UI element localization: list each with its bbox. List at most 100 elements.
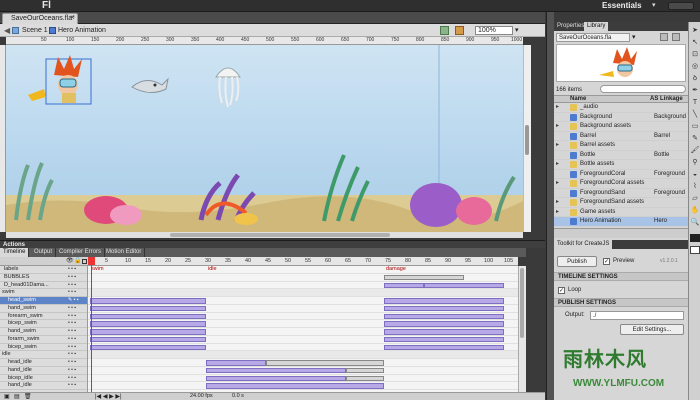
- line-tool-icon[interactable]: ╲: [690, 110, 700, 119]
- library-item[interactable]: Bottle Bottle: [554, 151, 688, 160]
- section-publish-settings[interactable]: PUBLISH SETTINGS: [554, 298, 688, 307]
- paint-bucket-tool-icon[interactable]: ◒: [690, 170, 700, 179]
- layer-folder[interactable]: idle • • ▪: [0, 351, 87, 359]
- pin-icon[interactable]: [660, 33, 668, 41]
- document-tab[interactable]: SaveOurOceans.fla*: [2, 13, 78, 24]
- library-item[interactable]: ▸ _audio: [554, 103, 688, 113]
- zoom-tool-icon[interactable]: 🔍: [690, 218, 700, 227]
- chevron-down-icon[interactable]: ▾: [515, 26, 519, 35]
- breadcrumb-symbol[interactable]: Hero Animation: [58, 24, 106, 37]
- column-linkage[interactable]: AS Linkage: [650, 96, 683, 103]
- layer-row[interactable]: bicep_idle • • ▪: [0, 375, 87, 383]
- layer-row[interactable]: bicep_swim • • ▪: [0, 344, 87, 352]
- library-item[interactable]: ForegroundSand Foreground: [554, 189, 688, 198]
- layer-row[interactable]: BUBBLES • • ▪: [0, 274, 87, 282]
- library-item[interactable]: ▸ Background assets: [554, 122, 688, 132]
- frame-row[interactable]: [88, 328, 518, 336]
- fill-color-swatch[interactable]: [690, 246, 700, 254]
- layer-row[interactable]: hand_idle • • ▪: [0, 367, 87, 375]
- tab-output[interactable]: Output: [31, 248, 57, 257]
- library-item[interactable]: Barrel Barrel: [554, 132, 688, 141]
- column-name[interactable]: Name: [570, 96, 586, 103]
- text-tool-icon[interactable]: T: [690, 98, 700, 107]
- section-timeline-settings[interactable]: TIMELINE SETTINGS: [554, 272, 688, 281]
- frame-row[interactable]: [88, 344, 518, 352]
- library-item[interactable]: ▸ ForegroundCoral assets: [554, 179, 688, 189]
- tab-timeline[interactable]: Timeline: [0, 248, 30, 257]
- preview-checkbox[interactable]: ✓: [603, 258, 610, 265]
- lock-icon[interactable]: 🔒: [74, 257, 81, 266]
- stage-area[interactable]: [6, 45, 523, 232]
- layer-row[interactable]: forarm_swim • • ▪: [0, 336, 87, 344]
- layer-row[interactable]: labels • • ▪: [0, 266, 87, 274]
- tab-motion-editor[interactable]: Motion Editor: [103, 248, 146, 257]
- layer-row[interactable]: hand_swim • • ▪: [0, 305, 87, 313]
- library-item[interactable]: ▸ Barrel assets: [554, 141, 688, 151]
- tab-properties[interactable]: Properties: [554, 22, 587, 31]
- library-item[interactable]: Background Background: [554, 113, 688, 122]
- library-item[interactable]: ▸ ForegroundSand assets: [554, 198, 688, 208]
- library-item[interactable]: Hero Animation Hero: [554, 217, 688, 227]
- library-document-select[interactable]: SaveOurOceans.fla: [556, 33, 630, 42]
- zoom-select[interactable]: 100%: [475, 26, 513, 35]
- frame-row[interactable]: [88, 313, 518, 321]
- play-controls-icon[interactable]: |◀ ◀ ▶ ▶|: [95, 393, 122, 400]
- layer-folder[interactable]: swim • • ▪: [0, 289, 87, 297]
- close-icon[interactable]: ×: [70, 13, 75, 23]
- selection-tool-icon[interactable]: ➤: [690, 26, 700, 35]
- subselect-tool-icon[interactable]: ↖: [690, 38, 700, 47]
- layer-row[interactable]: D_head01Dama... • • ▪: [0, 282, 87, 290]
- frame-row[interactable]: [88, 305, 518, 313]
- frame-row[interactable]: [88, 289, 518, 297]
- frame-row[interactable]: [88, 336, 518, 344]
- playhead[interactable]: [91, 257, 92, 392]
- new-folder-icon[interactable]: ▤: [14, 393, 20, 400]
- output-path-field[interactable]: ./: [590, 311, 684, 320]
- layer-row[interactable]: hand_swim • • ▪: [0, 328, 87, 336]
- playhead-handle[interactable]: [88, 257, 95, 265]
- frame-row[interactable]: [88, 382, 518, 390]
- frame-row[interactable]: [88, 274, 518, 282]
- workspace-switcher[interactable]: Essentials: [602, 1, 642, 11]
- tab-library[interactable]: Library: [584, 22, 609, 31]
- tab-toolkit[interactable]: Toolkit for CreateJS: [554, 240, 613, 249]
- help-search-input[interactable]: [668, 2, 694, 10]
- library-item[interactable]: ForegroundCoral Foreground: [554, 170, 688, 179]
- outline-icon[interactable]: [82, 259, 87, 264]
- edit-scene-icon[interactable]: [440, 26, 449, 35]
- frame-row[interactable]: [88, 297, 518, 305]
- library-search-input[interactable]: [600, 85, 686, 93]
- scrollbar-thumb[interactable]: [525, 125, 529, 155]
- brush-tool-icon[interactable]: 🖌: [690, 146, 700, 155]
- scrollbar-thumb[interactable]: [520, 268, 524, 338]
- transform-tool-icon[interactable]: ⊡: [690, 50, 700, 59]
- new-layer-icon[interactable]: ▣: [4, 393, 10, 400]
- frame-rate[interactable]: 24.00 fps: [190, 392, 213, 400]
- trash-icon[interactable]: 🗑: [24, 393, 32, 400]
- library-item[interactable]: ▸ Bottle assets: [554, 160, 688, 170]
- eraser-tool-icon[interactable]: ▱: [690, 194, 700, 203]
- eye-icon[interactable]: 👁: [66, 257, 74, 266]
- rectangle-tool-icon[interactable]: ▭: [690, 122, 700, 131]
- frame-row[interactable]: [88, 351, 518, 359]
- bone-tool-icon[interactable]: ⚲: [690, 158, 700, 167]
- eyedropper-tool-icon[interactable]: ⌇: [690, 182, 700, 191]
- chevron-down-icon[interactable]: ▾: [632, 33, 636, 42]
- frame-row[interactable]: [88, 359, 518, 367]
- frame-row[interactable]: [88, 282, 518, 290]
- stroke-color-swatch[interactable]: [690, 234, 700, 242]
- pencil-tool-icon[interactable]: ✎: [690, 134, 700, 143]
- 3d-rotation-tool-icon[interactable]: ◎: [690, 62, 700, 71]
- scrollbar-thumb[interactable]: [170, 233, 390, 237]
- layer-row[interactable]: forearm_swim • • ▪: [0, 313, 87, 321]
- layer-row[interactable]: head_idle • • ▪: [0, 359, 87, 367]
- hand-tool-icon[interactable]: ✋: [690, 206, 700, 215]
- frame-row[interactable]: swim idle damage: [88, 266, 518, 274]
- frame-ruler[interactable]: 1 5 10 15 20 25 30 35 40 45 50 55 60 65 …: [88, 257, 518, 266]
- frame-row[interactable]: [88, 320, 518, 328]
- loop-checkbox[interactable]: ✓: [558, 287, 565, 294]
- frame-row[interactable]: [88, 375, 518, 383]
- breadcrumb-scene[interactable]: Scene 1: [22, 24, 48, 37]
- library-item[interactable]: ▸ Game assets: [554, 208, 688, 217]
- layer-row[interactable]: hand_idle • • ▪: [0, 382, 87, 390]
